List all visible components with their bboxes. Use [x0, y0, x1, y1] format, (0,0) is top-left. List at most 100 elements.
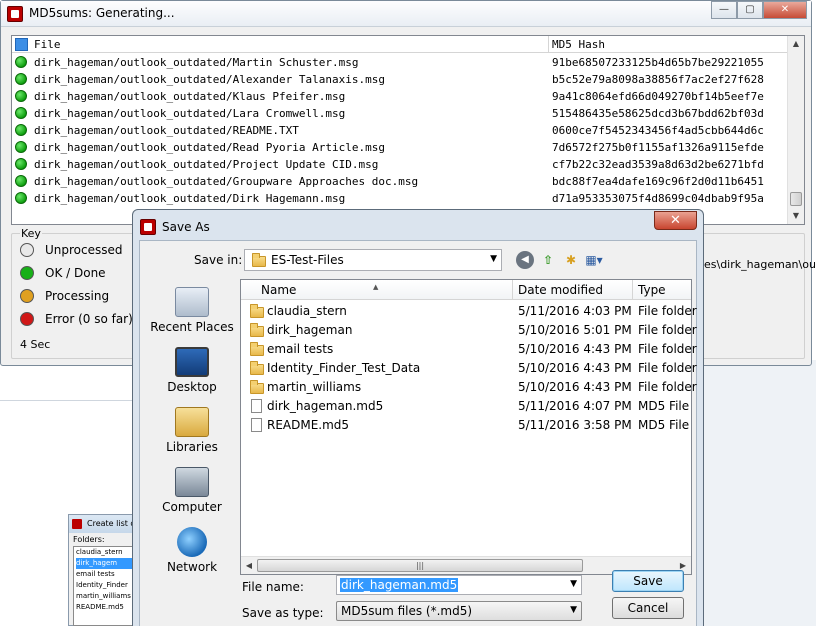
table-row[interactable]: dirk_hageman/outlook_outdated/README.TXT…: [12, 122, 788, 139]
error-icon: [20, 312, 34, 326]
place-libraries[interactable]: Libraries: [144, 407, 240, 454]
desktop-icon: [175, 347, 209, 377]
new-folder-icon[interactable]: ✱: [562, 251, 580, 269]
chevron-down-icon[interactable]: ▼: [490, 254, 497, 264]
file-list[interactable]: ▲ Name Date modified Type claudia_stern 5…: [240, 279, 697, 575]
scroll-thumb[interactable]: [790, 192, 802, 206]
row-hash: bdc88f7ea4dafe169c96f2d0d11b6451: [552, 175, 764, 188]
row-file: dirk_hageman/outlook_outdated/Dirk Hagem…: [34, 192, 346, 205]
column-divider[interactable]: [512, 280, 513, 300]
ok-status-icon: [15, 175, 27, 187]
libraries-icon: [175, 407, 209, 437]
save-as-titlebar[interactable]: Save As ✕: [133, 210, 703, 240]
file-type: File folder: [638, 361, 697, 375]
chevron-down-icon[interactable]: ▼: [570, 605, 577, 615]
file-date: 5/10/2016 5:01 PM: [518, 323, 632, 337]
list-item[interactable]: email tests 5/10/2016 4:43 PM File folder: [241, 340, 697, 359]
table-row[interactable]: dirk_hageman/outlook_outdated/Groupware …: [12, 173, 788, 190]
file-date: 5/11/2016 4:03 PM: [518, 304, 632, 318]
dialog-close-button[interactable]: ✕: [654, 211, 697, 230]
table-row[interactable]: dirk_hageman/outlook_outdated/Lara Cromw…: [12, 105, 788, 122]
file-date: 5/11/2016 4:07 PM: [518, 399, 632, 413]
list-item[interactable]: claudia_stern 5/11/2016 4:03 PM File folde…: [241, 302, 697, 321]
row-hash: 9a41c8064efd66d049270bf14b5eef7e: [552, 90, 764, 103]
column-divider[interactable]: [632, 280, 633, 300]
cancel-button[interactable]: Cancel: [612, 597, 684, 619]
table-row[interactable]: dirk_hageman/outlook_outdated/Alexander …: [12, 71, 788, 88]
place-label: Network: [166, 560, 218, 574]
list-item[interactable]: Identity_Finder_Test_Data 5/10/2016 4:43 …: [241, 359, 697, 378]
list-item[interactable]: Identity_Finder: [76, 580, 134, 591]
table-row[interactable]: dirk_hageman/outlook_outdated/Dirk Hagem…: [12, 190, 788, 207]
column-header-hash[interactable]: MD5 Hash: [552, 38, 605, 51]
column-header-file[interactable]: File: [34, 38, 61, 51]
scroll-up-icon[interactable]: ▲: [788, 36, 804, 52]
horizontal-scroll-thumb[interactable]: |||: [257, 559, 583, 572]
file-name-value[interactable]: dirk_hageman.md5: [340, 578, 459, 592]
row-hash: 0600ce7f5452343456f4ad5cbb644d6c: [552, 124, 764, 137]
view-menu-icon[interactable]: ▦▾: [585, 251, 603, 269]
minimize-button[interactable]: —: [711, 1, 737, 19]
save-type-dropdown[interactable]: MD5sum files (*.md5) ▼: [336, 601, 582, 621]
chevron-down-icon[interactable]: ▼: [570, 579, 577, 589]
create-list-app-icon: [72, 519, 82, 529]
file-date: 5/11/2016 3:58 PM: [518, 418, 632, 432]
background-panel: [700, 360, 816, 626]
list-item[interactable]: martin_williams 5/10/2016 4:43 PM File fol…: [241, 378, 697, 397]
list-item[interactable]: email tests: [76, 569, 134, 580]
table-row[interactable]: dirk_hageman/outlook_outdated/Read Pyori…: [12, 139, 788, 156]
column-header-type[interactable]: Type: [638, 283, 666, 297]
save-type-label: Save as type:: [242, 606, 324, 620]
md5sums-titlebar[interactable]: MD5sums: Generating... — ▢ ✕: [1, 1, 811, 27]
ok-status-icon: [15, 90, 27, 102]
row-hash: cf7b22c32ead3539a8d63d2be6271bfd: [552, 158, 764, 171]
current-path: es\dirk_hageman\ou: [704, 258, 816, 271]
table-row[interactable]: dirk_hageman/outlook_outdated/Martin Sch…: [12, 54, 788, 71]
list-item[interactable]: martin_williams: [76, 591, 134, 602]
create-list-titlebar[interactable]: Create list of: [69, 515, 139, 533]
file-name-input[interactable]: dirk_hageman.md5 ▼: [336, 575, 582, 595]
file-type: File folder: [638, 304, 697, 318]
list-item[interactable]: dirk_hagem: [76, 558, 134, 569]
maximize-button[interactable]: ▢: [737, 1, 763, 19]
place-computer[interactable]: Computer: [144, 467, 240, 514]
place-label: Desktop: [167, 380, 217, 394]
row-file: dirk_hageman/outlook_outdated/Project Up…: [34, 158, 379, 171]
close-button[interactable]: ✕: [763, 1, 807, 19]
place-network[interactable]: Network: [144, 527, 240, 574]
folder-icon: [250, 304, 264, 318]
key-label-error: Error (0 so far): [45, 312, 133, 326]
back-icon[interactable]: ◀: [516, 251, 534, 269]
list-item[interactable]: claudia_stern: [76, 547, 134, 558]
table-row[interactable]: dirk_hageman/outlook_outdated/Project Up…: [12, 156, 788, 173]
row-file: dirk_hageman/outlook_outdated/Read Pyori…: [34, 141, 385, 154]
select-all-icon[interactable]: [15, 38, 28, 51]
column-header-date[interactable]: Date modified: [518, 283, 603, 297]
table-row[interactable]: dirk_hageman/outlook_outdated/Klaus Pfei…: [12, 88, 788, 105]
column-divider[interactable]: [548, 36, 549, 53]
vertical-scrollbar[interactable]: ▲ ▼: [787, 36, 804, 224]
file-type: MD5 File: [638, 399, 690, 413]
list-item[interactable]: dirk_hageman.md5 5/11/2016 4:07 PM MD5 Fil…: [241, 397, 691, 416]
place-desktop[interactable]: Desktop: [144, 347, 240, 394]
scroll-left-icon[interactable]: ◀: [242, 559, 256, 573]
hash-list[interactable]: File MD5 Hash dirk_hageman/outlook_outda…: [11, 35, 805, 225]
row-hash: 515486435e58625dcd3b67bdd62bf03d: [552, 107, 764, 120]
save-button[interactable]: Save: [612, 570, 684, 592]
file-name-label: File name:: [242, 580, 304, 594]
list-item[interactable]: dirk_hageman 5/10/2016 5:01 PM File folder: [241, 321, 697, 340]
folders-list[interactable]: claudia_stern dirk_hagem email tests Identi…: [73, 546, 135, 626]
key-title: Key: [20, 227, 42, 240]
folder-icon: [250, 323, 264, 337]
place-recent[interactable]: Recent Places: [144, 287, 240, 334]
file-type: File folder: [638, 342, 697, 356]
ok-status-icon: [15, 107, 27, 119]
list-item[interactable]: README.md5 5/11/2016 3:58 PM MD5 File: [241, 416, 691, 435]
folders-label: Folders:: [73, 535, 105, 544]
row-file: dirk_hageman/outlook_outdated/Groupware …: [34, 175, 419, 188]
save-in-dropdown[interactable]: ES-Test-Files ▼: [244, 249, 502, 271]
up-folder-icon[interactable]: ⇧: [539, 251, 557, 269]
column-header-name[interactable]: Name: [261, 283, 296, 297]
list-item[interactable]: README.md5: [76, 602, 134, 613]
scroll-down-icon[interactable]: ▼: [788, 208, 804, 224]
